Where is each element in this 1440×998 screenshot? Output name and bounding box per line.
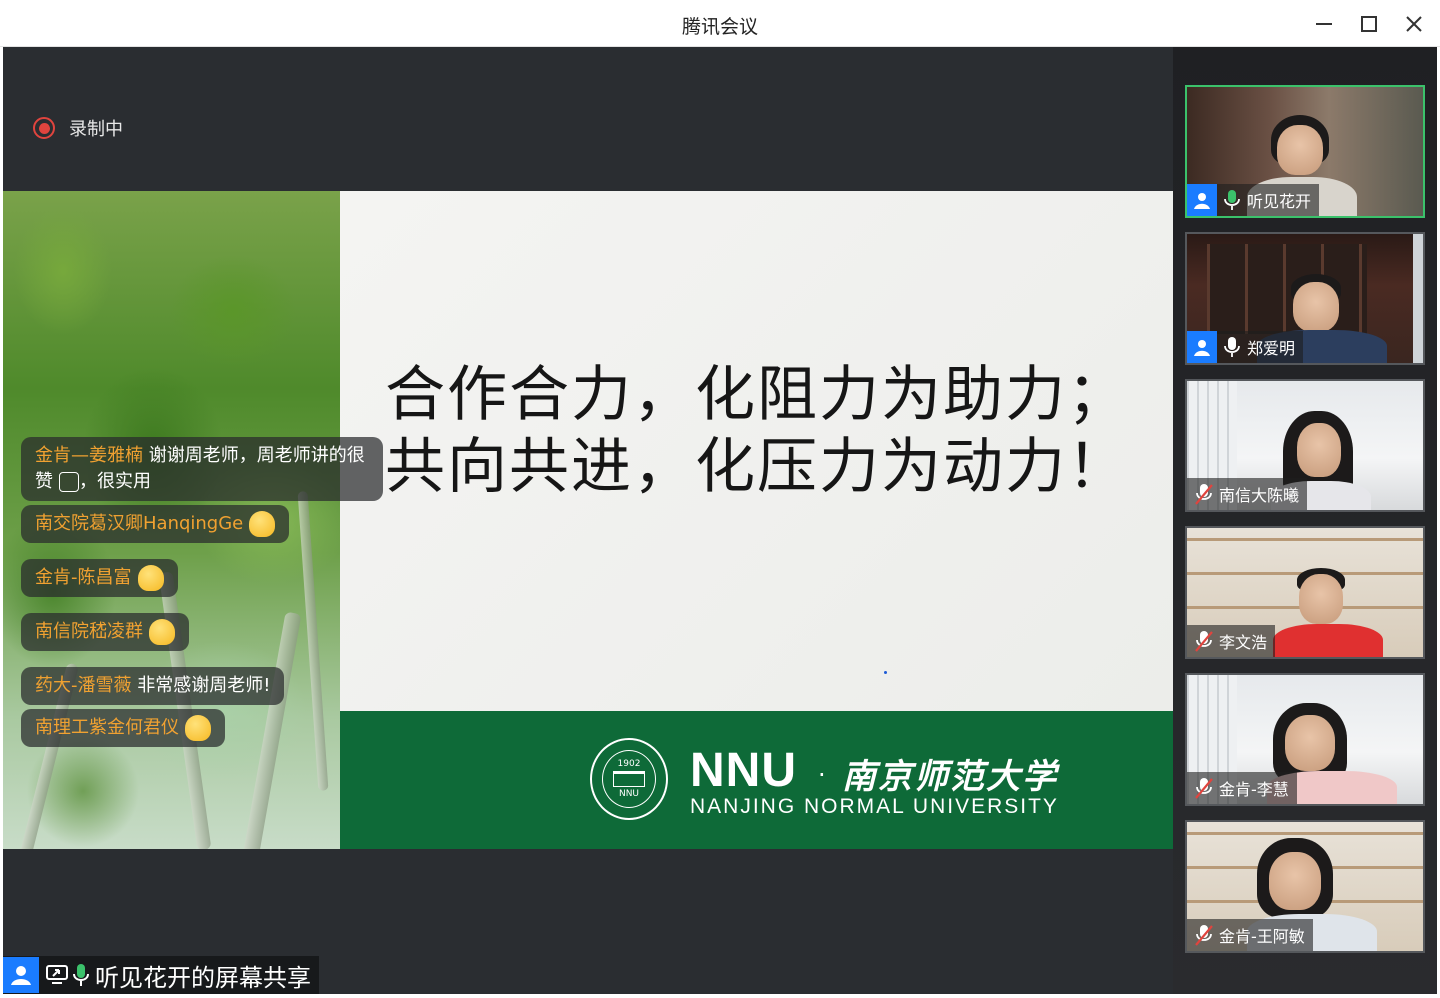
slide-slogan: 合作合力，化阻力为助力； 共向共进，化压力为动力！ [385,359,1129,503]
participant-nametag: 南信大陈曦 [1187,478,1308,510]
record-icon [33,117,55,139]
clap-icon [149,619,175,645]
slide-content: 合作合力，化阻力为助力； 共向共进，化压力为动力！ [340,191,1173,711]
chat-sender: 金肯—姜雅楠 [35,445,143,466]
participant-nametag: 郑爱明 [1187,331,1304,363]
participant-nametag: 听见花开 [1187,184,1320,216]
seal-year: 1902 [617,759,641,769]
clap-icon [185,715,211,741]
minimize-button[interactable] [1306,8,1342,40]
chat-message: 南理工紫金何君仪 [21,709,225,747]
chat-message: 药大-潘雪薇 非常感谢周老师! [21,667,285,705]
chat-message: 南交院葛汉卿HanqingGe [21,505,290,543]
chat-message: 金肯—姜雅楠 谢谢周老师，周老师讲的很赞 ，很实用 [21,437,383,501]
participant-name: 金肯-王阿敏 [1219,927,1305,946]
title-bar: 腾讯会议 [0,0,1440,47]
university-seal: 1902 NNU [590,738,668,820]
microphone-muted-icon [1193,923,1215,947]
close-icon [1406,16,1422,32]
participant-name: 李文浩 [1219,633,1268,652]
slogan-line-1: 合作合力，化阻力为助力； [385,360,1129,430]
chat-sender: 金肯-陈昌富 [35,567,132,588]
like-outline-icon [59,472,79,492]
participant-tile[interactable]: 郑爱明 [1185,232,1425,365]
chat-text-2: ，很实用 [79,471,151,492]
participant-nametag: 李文浩 [1187,625,1276,657]
close-button[interactable] [1396,8,1432,40]
brand-english-name: NANJING NORMAL UNIVERSITY [690,795,1059,818]
host-avatar-icon [1187,184,1217,216]
clap-icon [137,565,164,591]
participant-name: 郑爱明 [1247,339,1296,358]
chat-message: 金肯-陈昌富 [21,559,178,597]
slide-dot [884,671,887,674]
microphone-muted-icon [1193,776,1215,800]
recording-label: 录制中 [69,119,123,140]
brand-band: 1902 NNU NNU · 南京师范大学 NANJING NORMAL UNI… [340,711,1173,849]
brand-chinese-name: 南京师范大学 [842,757,1058,797]
maximize-button[interactable] [1351,8,1387,40]
participant-tile[interactable]: 李文浩 [1185,526,1425,659]
chat-sender: 南信院嵇凌群 [35,621,143,642]
participant-nametag: 金肯-王阿敏 [1187,919,1313,951]
participant-tile[interactable]: 金肯-王阿敏 [1185,820,1425,953]
screen-share-icon [46,965,68,984]
user-avatar-icon [1187,331,1217,363]
chat-message: 南信院嵇凌群 [21,613,189,651]
brand-abbreviation: NNU [690,744,797,797]
maximize-icon [1361,16,1377,32]
window-title: 腾讯会议 [681,16,758,38]
seal-abbr: NNU [618,789,640,799]
screen-share-text: 听见花开的屏幕共享 [95,963,311,992]
microphone-muted-icon [1193,482,1215,506]
chat-sender: 南理工紫金何君仪 [35,717,179,738]
chat-sender: 药大-潘雪薇 [35,675,132,696]
brand-separator: · [818,761,826,789]
main-stage: 录制中 合作合力，化阻力为助力； 共向共进，化压力为动力！ 1902 NNU N… [3,47,1173,994]
chat-text: 非常感谢周老师! [131,675,271,696]
microphone-icon [73,964,89,986]
microphone-on-icon [1221,335,1243,359]
chat-sender: 南交院葛汉卿HanqingGe [35,513,244,534]
participant-name: 听见花开 [1247,192,1312,211]
minimize-icon [1316,23,1332,25]
microphone-on-icon [1221,188,1243,212]
participant-tile[interactable]: 金肯-李慧 [1185,673,1425,806]
microphone-muted-icon [1193,629,1215,653]
participant-name: 金肯-李慧 [1219,780,1289,799]
user-avatar-icon [3,957,39,993]
participant-tile[interactable]: 南信大陈曦 [1185,379,1425,512]
recording-indicator: 录制中 [33,115,123,141]
participant-panel: 听见花开 郑爱明 南信大陈曦 李文浩 金肯-李慧 金肯-王阿敏 [1173,47,1437,994]
seal-gate-icon [613,771,645,787]
participant-name: 南信大陈曦 [1219,486,1300,505]
participant-tile[interactable]: 听见花开 [1185,85,1425,218]
slogan-line-2: 共向共进，化压力为动力！ [385,432,1129,502]
participant-nametag: 金肯-李慧 [1187,772,1297,804]
screen-share-label: 听见花开的屏幕共享 [3,956,319,994]
thumbs-up-icon [249,511,276,537]
